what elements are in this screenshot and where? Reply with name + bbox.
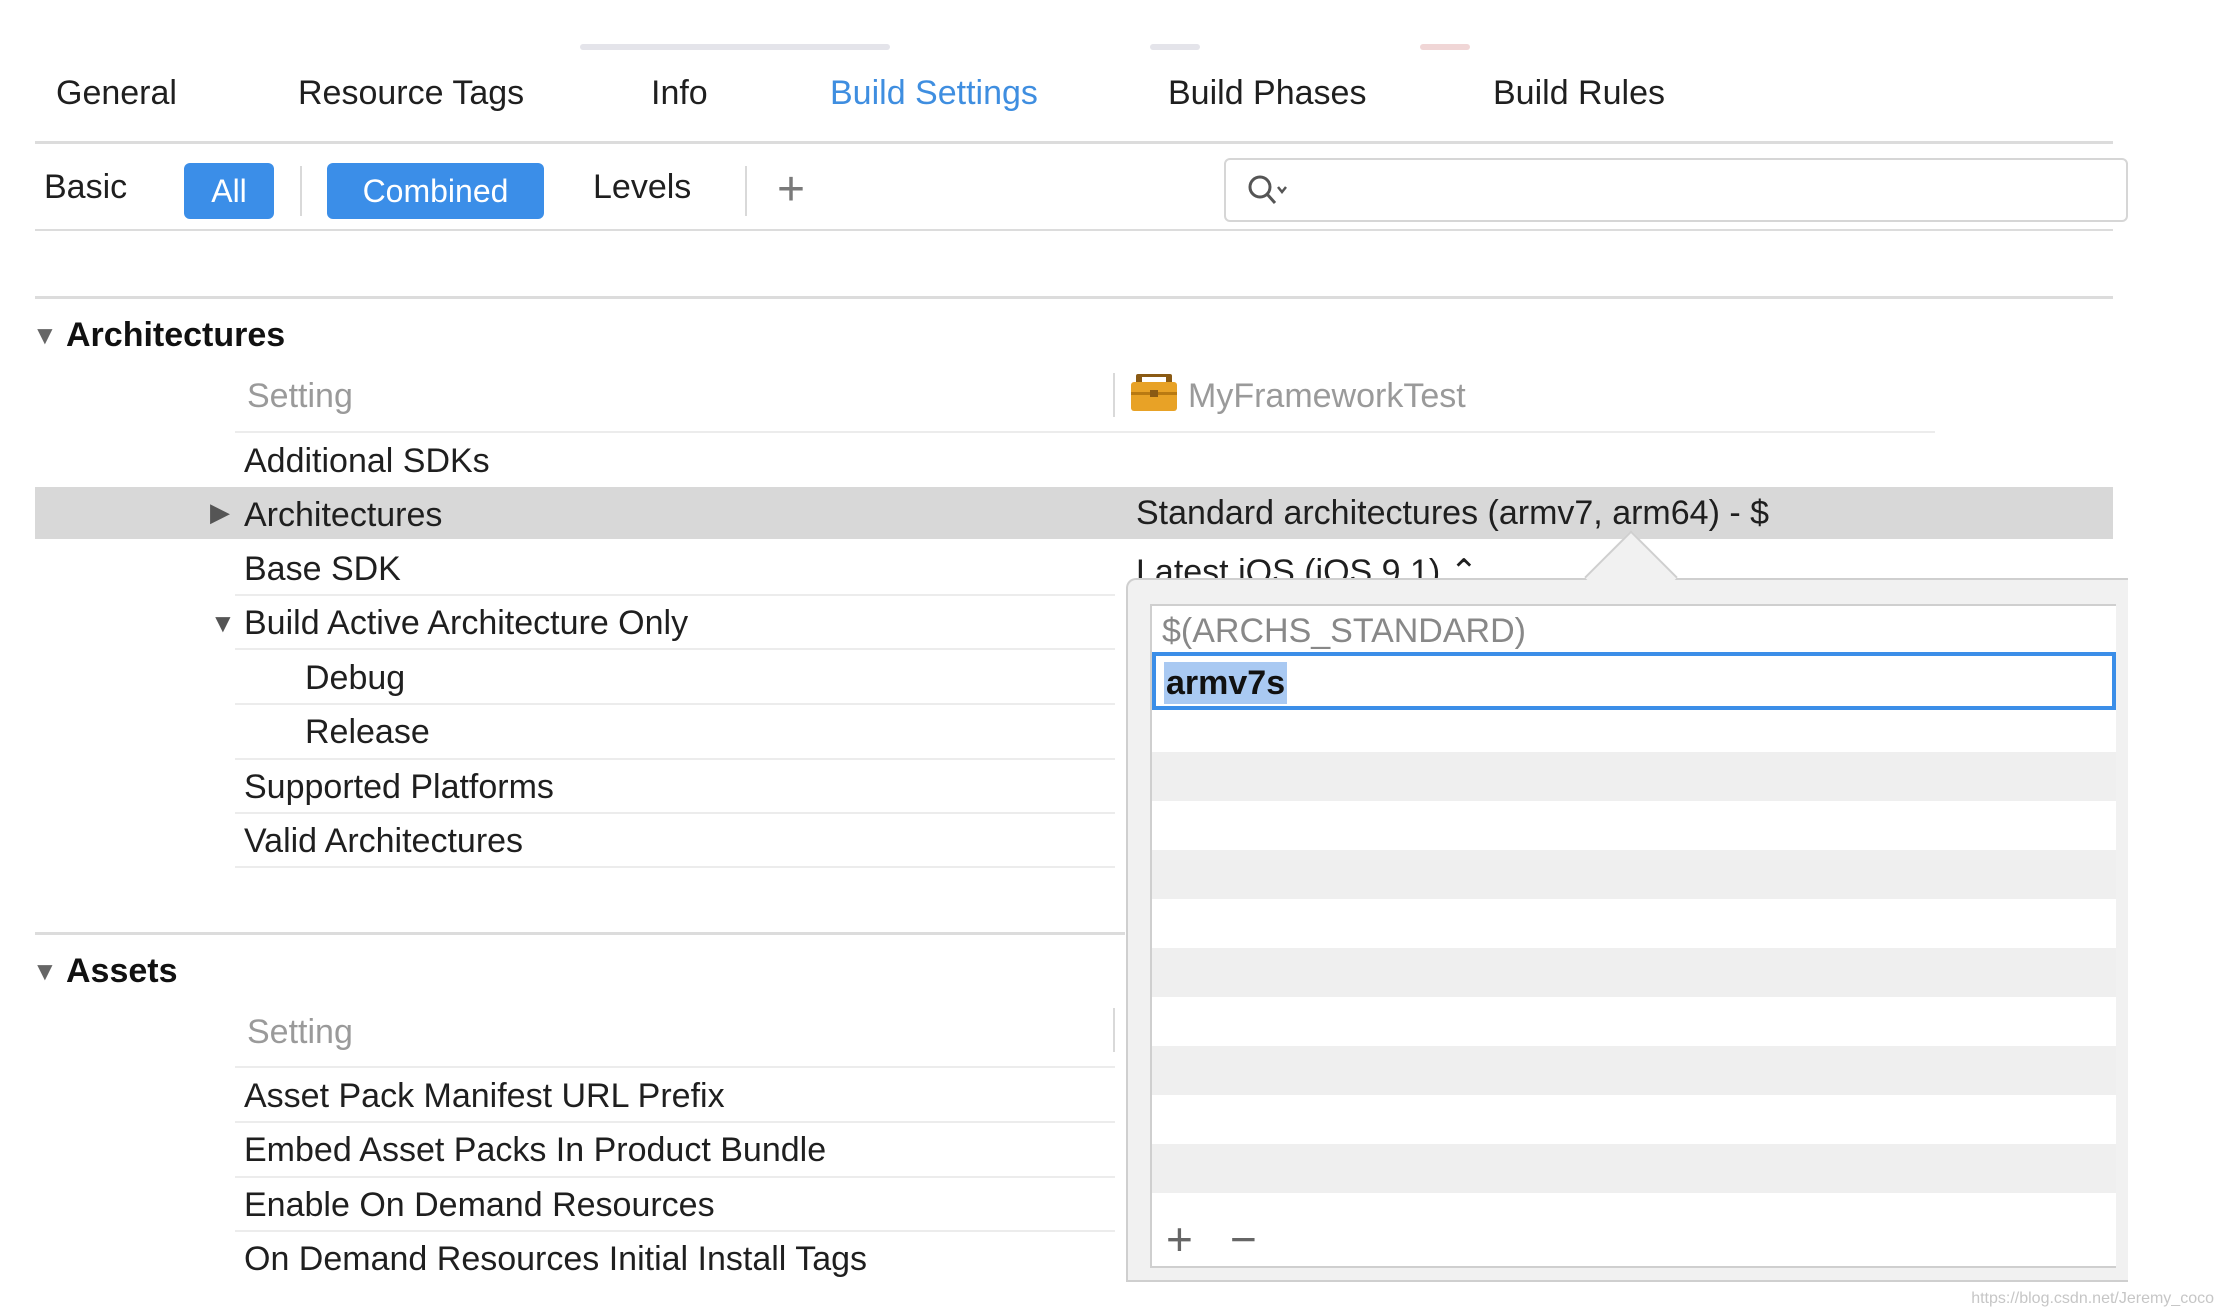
add-item-button[interactable]: + (1166, 1216, 1193, 1262)
section-divider (35, 932, 1125, 935)
row-divider (235, 866, 1115, 868)
section-divider (35, 296, 2113, 299)
row-divider (235, 1121, 1115, 1123)
setting-embed-asset-packs[interactable]: Embed Asset Packs In Product Bundle (244, 1131, 826, 1170)
remove-item-button[interactable]: − (1230, 1216, 1257, 1262)
tab-build-settings[interactable]: Build Settings (830, 74, 1038, 113)
add-setting-button[interactable]: + (777, 166, 805, 214)
list-row-stripe (1152, 1144, 2116, 1193)
row-divider (235, 1176, 1115, 1178)
row-divider (235, 1230, 1115, 1232)
row-divider (235, 812, 1115, 814)
architecture-edit-field[interactable]: armv7s (1152, 652, 2116, 710)
setting-column-header: Setting (247, 1013, 353, 1051)
filter-basic[interactable]: Basic (44, 168, 127, 207)
tab-divider (35, 141, 2113, 144)
search-input[interactable] (1224, 158, 2128, 222)
disclosure-triangle-icon[interactable]: ▶ (210, 497, 230, 528)
setting-base-sdk[interactable]: Base SDK (244, 550, 401, 589)
row-divider (235, 1066, 1115, 1068)
section-assets-title: Assets (66, 952, 178, 990)
filter-all[interactable]: All (184, 163, 274, 219)
disclosure-triangle-icon[interactable]: ▼ (32, 320, 58, 351)
setting-build-active-architecture-only[interactable]: Build Active Architecture Only (244, 604, 688, 643)
setting-on-demand-resources-initial-install-tags[interactable]: On Demand Resources Initial Install Tags (244, 1240, 867, 1279)
row-divider (235, 594, 1115, 596)
selected-text[interactable]: armv7s (1164, 662, 1288, 704)
setting-enable-on-demand-resources[interactable]: Enable On Demand Resources (244, 1186, 715, 1225)
separator (300, 166, 302, 216)
cropped-top-text (1420, 44, 1470, 50)
setting-valid-architectures[interactable]: Valid Architectures (244, 822, 523, 861)
search-icon (1248, 175, 1287, 204)
filter-levels[interactable]: Levels (593, 168, 691, 207)
row-divider (235, 703, 1115, 705)
separator (745, 166, 747, 216)
setting-additional-sdks[interactable]: Additional SDKs (244, 442, 490, 481)
tab-general[interactable]: General (56, 74, 177, 113)
row-divider (235, 648, 1115, 650)
cropped-top-text (1150, 44, 1200, 50)
architectures-list[interactable]: $(ARCHS_STANDARD) armv7s (1150, 604, 2116, 1268)
setting-column-header: Setting (247, 377, 353, 415)
briefcase-icon (1131, 374, 1177, 411)
setting-debug[interactable]: Debug (305, 659, 405, 698)
tab-resource-tags[interactable]: Resource Tags (298, 74, 524, 113)
section-architectures-title: Architectures (66, 316, 286, 354)
setting-supported-platforms[interactable]: Supported Platforms (244, 768, 554, 807)
row-divider (235, 431, 1935, 433)
architectures-value[interactable]: Standard architectures (armv7, arm64) - … (1136, 494, 1769, 533)
disclosure-triangle-icon[interactable]: ▼ (32, 956, 58, 987)
tab-info[interactable]: Info (651, 74, 708, 113)
column-separator (1113, 1008, 1115, 1052)
target-column-header: MyFrameworkTest (1188, 377, 1466, 415)
list-row-stripe (1152, 1046, 2116, 1095)
tab-build-phases[interactable]: Build Phases (1168, 74, 1366, 113)
cropped-top-text (580, 44, 890, 50)
watermark: https://blog.csdn.net/Jeremy_coco (1971, 1290, 2214, 1307)
list-row-stripe (1152, 850, 2116, 899)
list-row-stripe (1152, 948, 2116, 997)
setting-architectures[interactable]: Architectures (244, 496, 442, 535)
list-row-stripe (1152, 752, 2116, 801)
tab-build-rules[interactable]: Build Rules (1493, 74, 1665, 113)
setting-release[interactable]: Release (305, 713, 430, 752)
filter-combined[interactable]: Combined (327, 163, 544, 219)
row-divider (235, 758, 1115, 760)
list-item[interactable]: $(ARCHS_STANDARD) (1162, 612, 1526, 651)
setting-asset-pack-manifest-url-prefix[interactable]: Asset Pack Manifest URL Prefix (244, 1077, 725, 1116)
column-separator (1113, 373, 1115, 417)
filter-divider (35, 229, 2113, 231)
disclosure-triangle-icon[interactable]: ▼ (210, 608, 236, 639)
